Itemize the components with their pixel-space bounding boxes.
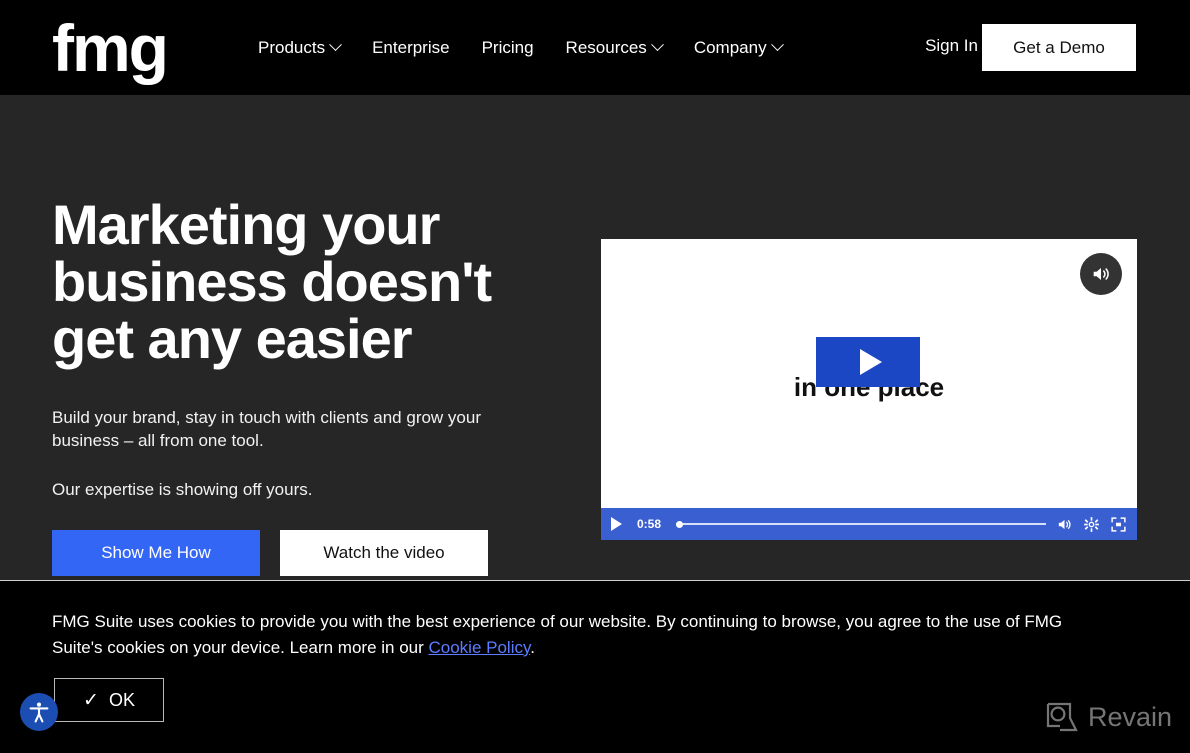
cookie-consent-banner: FMG Suite uses cookies to provide you wi… (0, 580, 1190, 753)
revain-logo-icon (1046, 702, 1078, 732)
scrubber-track (676, 523, 1046, 525)
video-play-button[interactable] (816, 337, 920, 387)
main-navigation: Products Enterprise Pricing Resources Co… (258, 0, 784, 95)
video-stage[interactable]: in one place (601, 239, 1137, 508)
revain-watermark: Revain (1044, 700, 1172, 734)
nav-item-pricing[interactable]: Pricing (482, 38, 534, 58)
accessibility-person-icon (29, 702, 49, 723)
chevron-down-icon (770, 38, 784, 52)
cookie-policy-link[interactable]: Cookie Policy (429, 638, 531, 657)
chevron-down-icon (329, 38, 342, 52)
nav-label: Pricing (481, 37, 534, 57)
hero-subtitle: Build your brand, stay in touch with cli… (52, 408, 482, 450)
nav-label: Enterprise (372, 37, 450, 57)
control-settings-button[interactable] (1083, 516, 1100, 533)
play-icon (859, 349, 882, 375)
revain-watermark-label: Revain (1087, 701, 1172, 732)
cookie-ok-button[interactable]: ✓ OK (54, 678, 164, 722)
nav-item-resources[interactable]: Resources (565, 37, 664, 58)
nav-label: Resources (565, 37, 647, 57)
cookie-text-part2: . (530, 638, 535, 657)
control-fullscreen-button[interactable] (1110, 516, 1127, 533)
nav-item-company[interactable]: Company (693, 37, 784, 58)
cookie-banner-text: FMG Suite uses cookies to provide you wi… (52, 609, 1112, 661)
video-timestamp: 0:58 (636, 517, 662, 531)
sign-in-link[interactable]: Sign In (925, 36, 978, 56)
volume-icon (1058, 519, 1071, 529)
scrubber-handle[interactable] (676, 520, 683, 528)
hero-subtitle-secondary: Our expertise is showing off yours. (52, 480, 313, 499)
nav-item-products[interactable]: Products (258, 37, 342, 58)
page-root: fmg Products Enterprise Pricing Resource… (0, 0, 1190, 753)
nav-label: Company (693, 37, 767, 57)
hero-cta-row: Show Me How Watch the video (52, 530, 488, 576)
show-me-how-button[interactable]: Show Me How (52, 530, 260, 576)
ok-button-label: OK (108, 689, 135, 710)
site-header: fmg Products Enterprise Pricing Resource… (0, 0, 1190, 95)
watch-the-video-button[interactable]: Watch the video (280, 530, 488, 576)
hero-headline: Marketing your business doesn't get any … (52, 193, 492, 370)
video-player[interactable]: in one place 0:58 (601, 239, 1137, 540)
video-progress-scrubber[interactable] (676, 517, 1046, 531)
nav-item-enterprise[interactable]: Enterprise (372, 38, 449, 58)
control-play-icon[interactable] (611, 517, 622, 531)
control-volume-button[interactable] (1056, 516, 1073, 533)
accessibility-widget-button[interactable] (20, 693, 58, 731)
video-controls-bar: 0:58 (601, 508, 1137, 540)
volume-on-icon (1093, 268, 1109, 280)
fmg-wordmark-logo[interactable]: fmg (52, 15, 169, 81)
chevron-down-icon (650, 38, 664, 52)
get-a-demo-button[interactable]: Get a Demo (982, 24, 1136, 71)
fullscreen-icon (1111, 516, 1126, 532)
nav-label: Products (258, 37, 326, 57)
video-unmute-button[interactable] (1080, 253, 1122, 295)
gear-icon (1084, 516, 1099, 532)
cookie-text-part1: FMG Suite uses cookies to provide you wi… (52, 612, 1063, 657)
checkmark-icon: ✓ (83, 689, 99, 711)
